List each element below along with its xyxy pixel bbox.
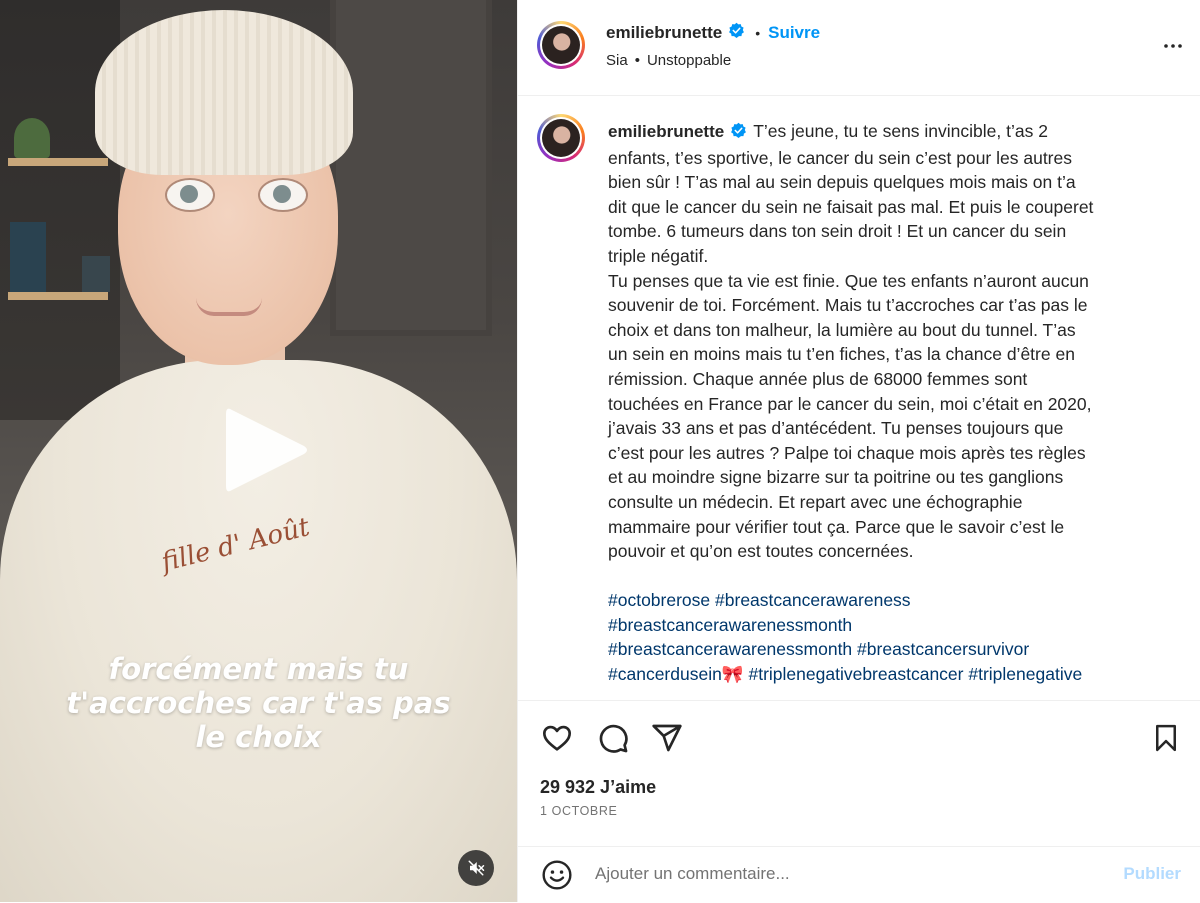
audio-track[interactable]: Unstoppable [647,52,731,69]
audio-info[interactable]: Sia • Unstoppable [606,52,731,69]
background-box [10,222,46,292]
avatar[interactable] [537,114,585,162]
hashtag-list: #octobrerose #breastcancerawareness #bre… [608,588,1170,686]
caption-line: un sein en moins mais tu t’en fiches, t’… [608,344,1075,365]
post-caption: emiliebrunette T’es jeune, tu te sens inv… [518,96,1200,700]
caption-line: consulte un médecin. Et repart avec une … [608,491,1023,512]
comment-bubble-icon [599,724,628,753]
verified-badge-icon [728,22,745,44]
hashtag-link[interactable]: #breastcancersurvivor [857,639,1029,659]
background-shelf [8,292,108,300]
background-book [82,256,110,292]
person-mouth [196,298,262,316]
hashtag-link[interactable]: #triplenegativebreastcancer [749,664,964,684]
share-button[interactable] [650,721,684,755]
audio-separator: • [634,52,640,69]
person-eye [258,178,308,212]
avatar[interactable] [537,21,585,69]
like-button[interactable] [540,721,574,755]
caption-line: le choix [195,720,322,754]
follow-button[interactable]: Suivre [768,23,820,43]
hashtag-link[interactable]: #triplenegative [968,664,1082,684]
more-options-icon[interactable] [1161,34,1185,58]
avatar-photo [542,26,580,64]
caption-line: Tu penses que ta vie est finie. Que tes … [608,270,1089,291]
caption-username[interactable]: emiliebrunette [608,122,724,141]
caption-line: enfants, t’es sportive, le cancer du sei… [608,147,1072,168]
hashtag-link[interactable]: #cancerdusein🎀 [608,664,744,684]
bookmark-icon [1156,724,1176,752]
caption-line: T’es jeune, tu te sens invincible, t’as … [753,121,1048,141]
instagram-post-modal: fille d' Août forcément mais tu t'accroc… [0,0,1200,902]
background-shelf [8,158,108,166]
caption-line: et au moindre signe bizarre sur ta poitr… [608,467,1064,488]
hashtag-link[interactable]: #breastcancerawarenessmonth [608,615,852,635]
reel-video[interactable]: fille d' Août forcément mais tu t'accroc… [0,0,517,902]
publish-button[interactable]: Publier [1123,864,1181,884]
caption-line: touchées en France par le cancer du sein… [608,393,1092,414]
background-plant [14,118,50,158]
hashtag-link[interactable]: #octobrerose [608,590,710,610]
verified-badge-icon [730,121,747,146]
caption-line: t'accroches car t'as pas [66,686,451,720]
comment-input[interactable] [595,861,1075,887]
avatar-photo [542,119,580,157]
caption-line: c’est pour les autres ? Palpe toi chaque… [608,442,1086,463]
caption-line: rémission. Chaque année plus de 68000 fe… [608,368,1028,389]
add-comment-bar: Publier [518,846,1200,903]
video-overlay-caption: forcément mais tu t'accroches car t'as p… [0,652,517,754]
comment-button[interactable] [596,721,630,755]
caption-line: dit que le cancer du sein ne faisait pas… [608,196,1094,217]
caption-line: choix et dans ton malheur, la lumière au… [608,319,1076,340]
person-eye [165,178,215,212]
post-actions: 29 932 J’aime 1 OCTOBRE [518,700,1200,851]
caption-line: forcément mais tu [108,652,409,686]
smiley-icon [542,860,572,890]
caption-body: emiliebrunette T’es jeune, tu te sens inv… [608,119,1170,687]
caption-line: pouvoir et qu’on est toutes concernées. [608,541,914,562]
mute-toggle-button[interactable] [458,850,494,886]
paper-plane-icon [652,724,682,752]
caption-line: j’avais 33 ans et pas d’antécédent. Tu p… [608,418,1064,439]
header-username[interactable]: emiliebrunette [606,23,722,43]
muted-speaker-icon [468,860,485,876]
audio-artist[interactable]: Sia [606,52,628,69]
hashtag-link[interactable]: #breastcancerawarenessmonth [608,639,852,659]
post-details-panel: emiliebrunette • Suivre Sia • Unstoppabl… [517,0,1200,902]
post-header: emiliebrunette • Suivre Sia • Unstoppabl… [518,0,1200,96]
person-beanie [95,10,353,175]
background-door [330,0,492,336]
hashtag-link[interactable]: #breastcancerawareness [715,590,911,610]
caption-line: tombe. 6 tumeurs dans ton sein droit ! E… [608,221,1067,242]
header-separator: • [755,25,761,41]
emoji-button[interactable] [540,858,574,892]
caption-line: bien sûr ! T’as mal au sein depuis quelq… [608,172,1076,193]
play-icon[interactable] [218,400,314,500]
post-date[interactable]: 1 OCTOBRE [540,804,617,818]
heart-icon [543,725,571,751]
save-button[interactable] [1149,721,1183,755]
caption-line: triple négatif. [608,245,709,266]
caption-line: souvenir de toi. Forcément. Mais tu t’ac… [608,295,1088,316]
caption-line: mammaire pour vérifier tout ça. Parce qu… [608,516,1065,537]
likes-count[interactable]: 29 932 J’aime [540,777,656,798]
